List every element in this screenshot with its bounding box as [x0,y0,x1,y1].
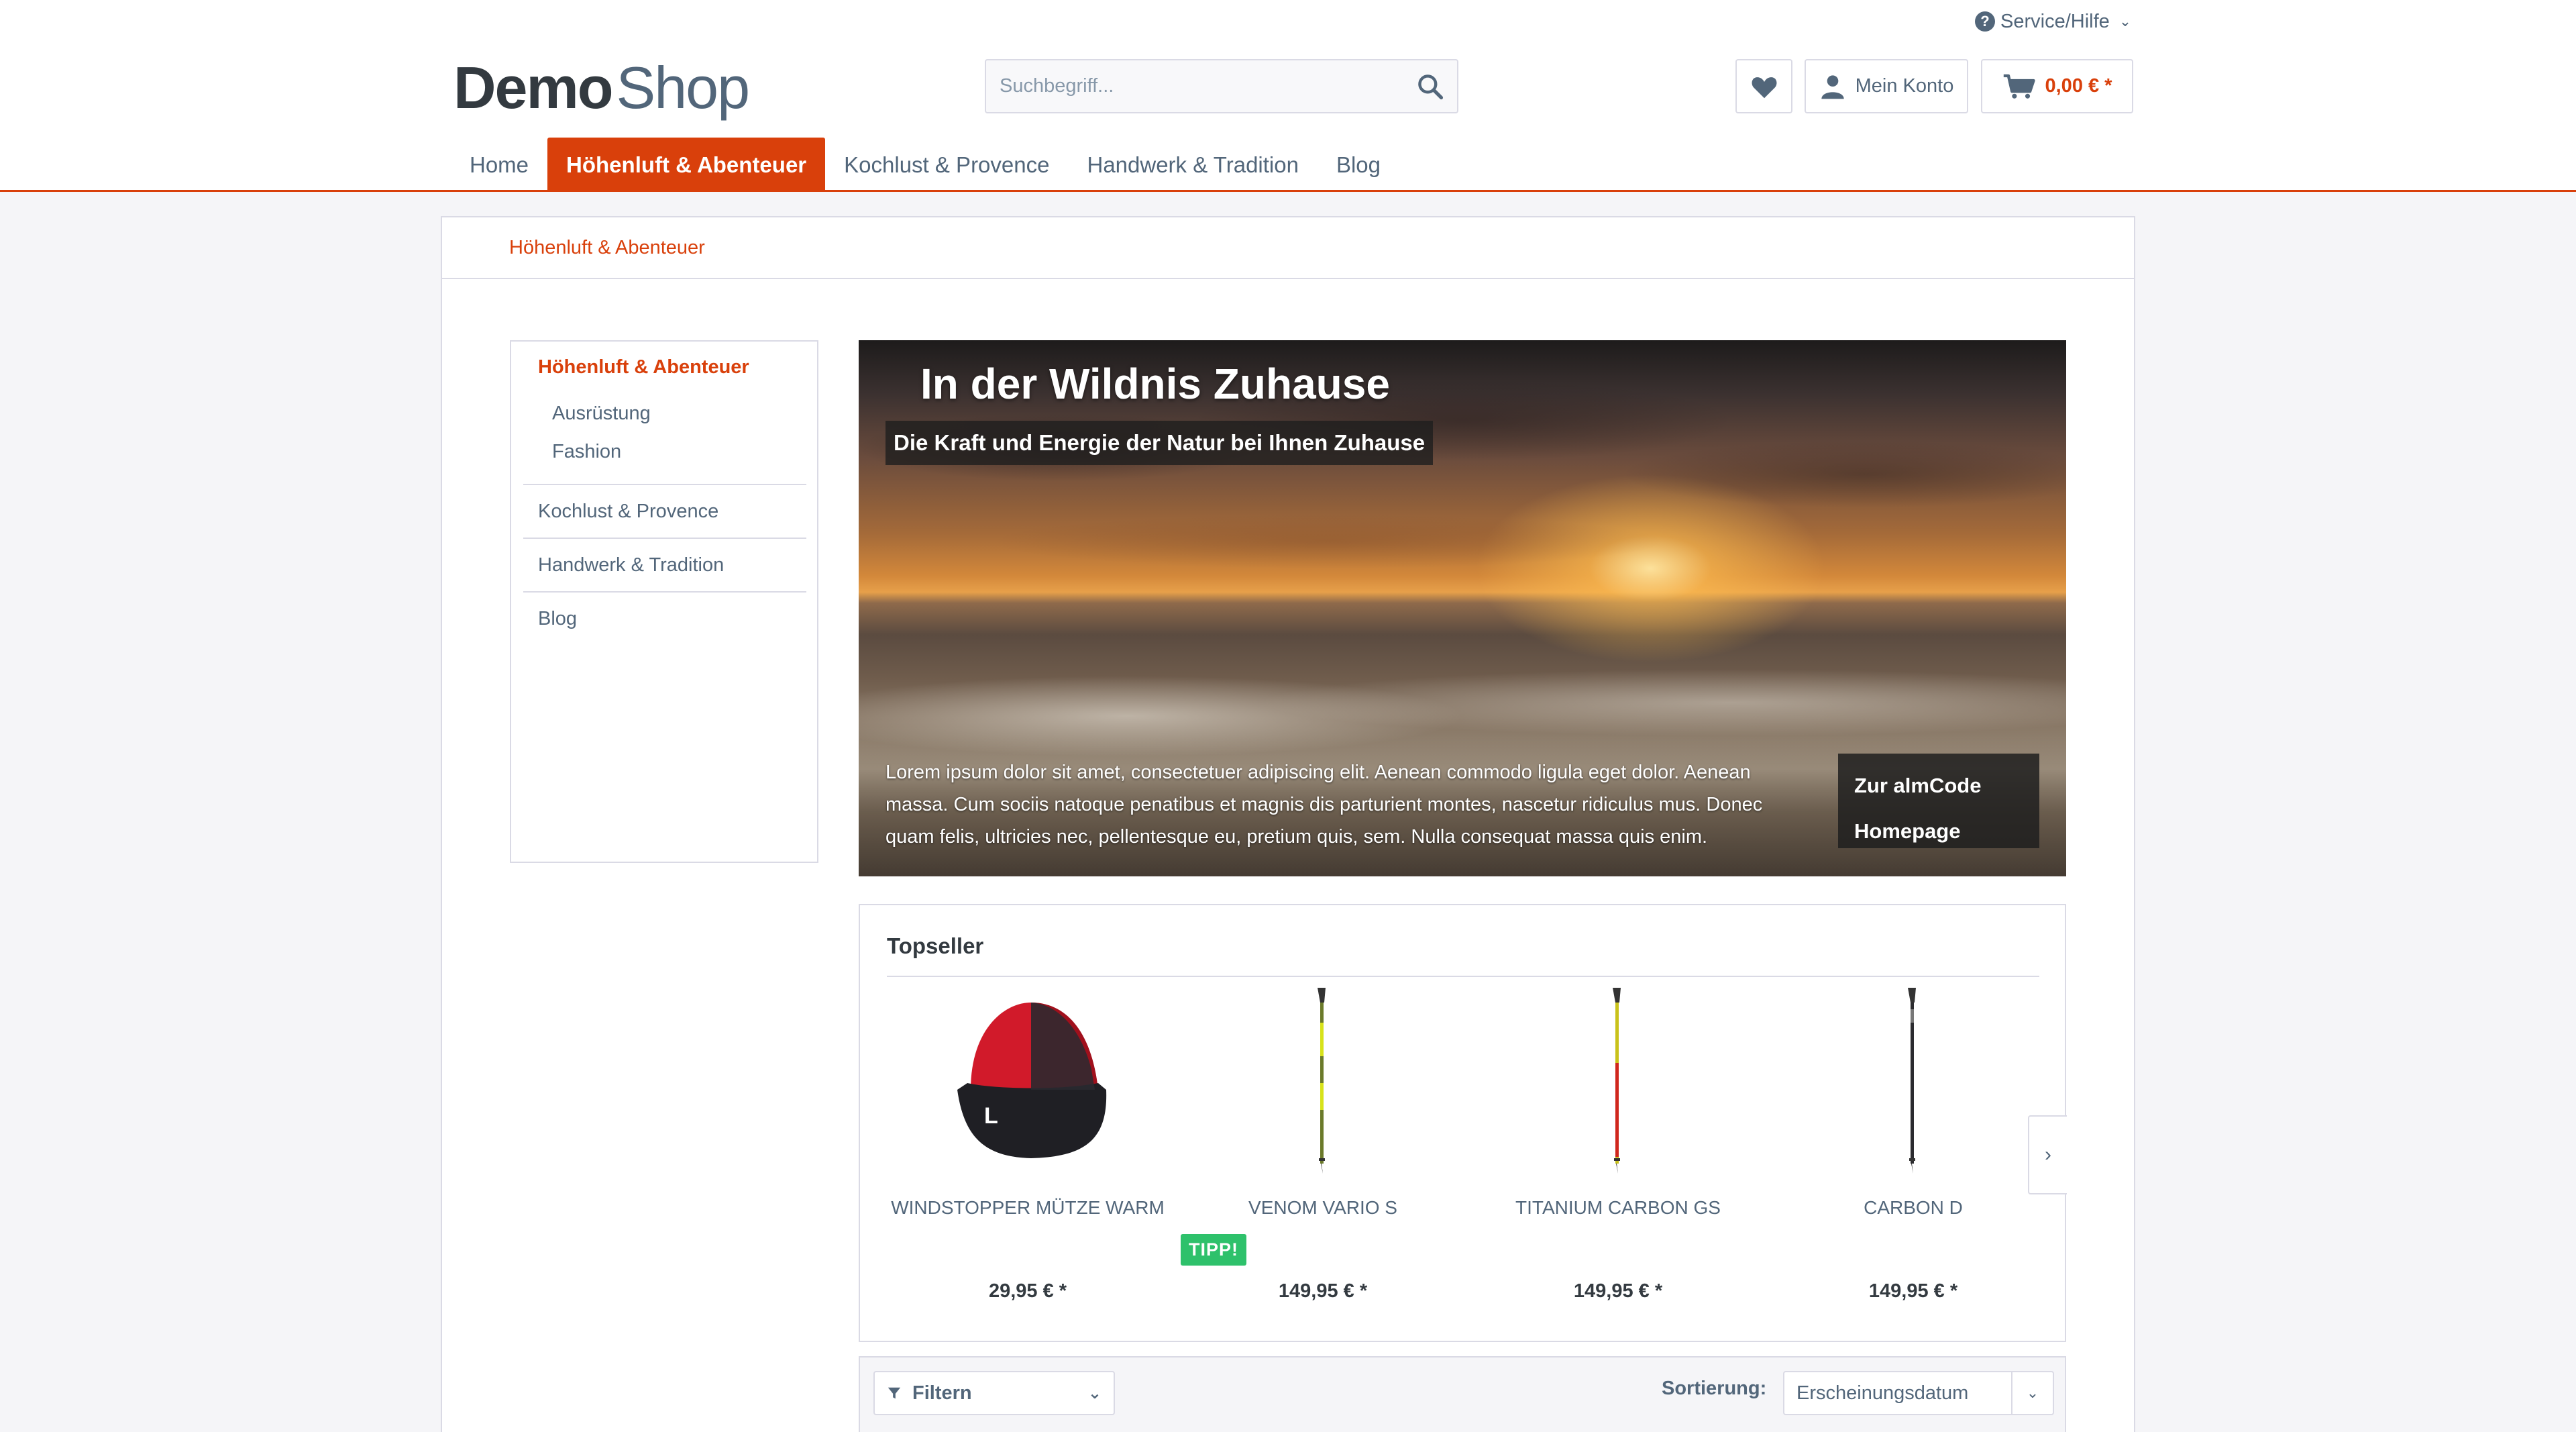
sort-label: Sortierung: [1662,1378,1767,1399]
content-panel: Höhenluft & Abenteuer Höhenluft & Abente… [441,216,2135,1432]
product-name[interactable]: TITANIUM CARBON GS [1477,1197,1759,1219]
product-price: 149,95 € * [1278,1280,1368,1302]
sidebar-divider [523,484,806,485]
sidebar-item-hoehenluft[interactable]: Höhenluft & Abenteuer [538,356,749,378]
search-icon [1418,74,1444,99]
slider-next-button[interactable]: › [2028,1115,2067,1194]
product-price: 149,95 € * [1868,1280,1958,1302]
beanie-image: L [957,1003,1107,1158]
nav-item-handwerk[interactable]: Handwerk & Tradition [1068,138,1317,192]
product-price: 29,95 € * [988,1280,1067,1302]
sort-select[interactable]: Erscheinungsdatum ⌄ [1783,1371,2054,1415]
account-label: Mein Konto [1855,75,1954,97]
topseller-title: Topseller [887,933,984,958]
product-image[interactable]: L [887,982,1169,1177]
product-name[interactable]: WINDSTOPPER MÜTZE WARM [887,1197,1169,1219]
sidebar-divider [523,591,806,593]
filter-label: Filtern [912,1382,972,1404]
search-bar [985,59,1458,113]
ski-pole-image [1318,988,1326,1174]
logo-demo: Demo [453,54,613,121]
service-help-menu[interactable]: ? Service/Hilfe ⌄ [1975,9,2131,34]
breadcrumb: Höhenluft & Abenteuer [442,217,2134,279]
logo-shop: Shop [616,54,751,121]
question-icon: ? [1975,11,1995,32]
user-icon [1821,74,1844,99]
topseller-slider: Topseller L WINDSTOPPER MÜTZE WARM 29,95… [859,904,2067,1342]
svg-text:L: L [984,1103,998,1129]
sidebar-subitem-ausruestung[interactable]: Ausrüstung [552,403,651,425]
sort-value: Erscheinungsdatum [1796,1382,1969,1404]
chevron-down-icon: ⌄ [1087,1384,1102,1402]
nav-item-blog[interactable]: Blog [1318,138,1399,192]
hero-banner: In der Wildnis Zuhause Die Kraft und Ene… [859,340,2066,876]
heart-icon [1752,76,1776,98]
product-card[interactable]: CARBON D 149,95 € * [1772,982,2054,1318]
search-button[interactable] [1403,60,1457,112]
product-name[interactable]: VENOM VARIO S [1182,1197,1464,1219]
nav-item-home[interactable]: Home [451,138,547,192]
sidebar-item-handwerk[interactable]: Handwerk & Tradition [538,554,724,576]
cart-price: 0,00 € * [2045,75,2112,97]
cart-icon [2003,74,2035,99]
product-image[interactable] [1477,982,1759,1177]
filter-icon [888,1387,901,1399]
hero-text: Lorem ipsum dolor sit amet, consectetuer… [885,762,1763,848]
sidebar-divider [523,538,806,539]
topseller-divider [887,976,2039,977]
hero-title: In der Wildnis Zuhause [920,360,1390,408]
hero-subtitle: Die Kraft und Energie der Natur bei Ihne… [885,421,1434,465]
nav-item-hoehenluft[interactable]: Höhenluft & Abenteuer [547,138,826,192]
chevron-down-icon: ⌄ [2118,13,2132,30]
product-image[interactable] [1772,982,2054,1177]
product-image[interactable] [1182,982,1464,1177]
logo[interactable]: Demo Shop [453,54,751,121]
tipp-badge: TIPP! [1181,1234,1247,1266]
breadcrumb-link[interactable]: Höhenluft & Abenteuer [509,237,705,259]
hero-surf [859,662,2066,756]
product-card[interactable]: VENOM VARIO S 149,95 € * [1182,982,1464,1318]
product-name[interactable]: CARBON D [1772,1197,2054,1219]
category-sidebar: Höhenluft & Abenteuer Ausrüstung Fashion… [510,340,818,863]
ski-pole-image [1908,988,1916,1174]
cart-button[interactable]: 0,00 € * [1981,59,2133,113]
main-navigation: Home Höhenluft & Abenteuer Kochlust & Pr… [451,138,1399,192]
hero-cta-line2: Homepage [1854,819,1961,843]
ski-pole-image [1613,988,1621,1174]
hero-cta-line1: Zur almCode [1854,774,1982,797]
search-input[interactable] [986,60,1403,112]
product-card[interactable]: L WINDSTOPPER MÜTZE WARM 29,95 € * [887,982,1169,1318]
filter-bar: Filtern ⌄ Sortierung: Erscheinungsdatum … [859,1356,2066,1432]
nav-item-kochlust[interactable]: Kochlust & Provence [825,138,1068,192]
chevron-down-icon: ⌄ [2011,1372,2053,1414]
service-help-label: Service/Hilfe [2000,10,2110,32]
chevron-right-icon: › [2045,1143,2051,1166]
account-button[interactable]: Mein Konto [1805,59,1968,113]
filter-button[interactable]: Filtern ⌄ [873,1371,1115,1415]
sidebar-subitem-fashion[interactable]: Fashion [552,441,621,463]
sidebar-item-kochlust[interactable]: Kochlust & Provence [538,501,718,523]
product-card[interactable]: TITANIUM CARBON GS 149,95 € * [1477,982,1759,1318]
header: ? Service/Hilfe ⌄ Demo Shop Mein Konto [0,0,2576,192]
product-price: 149,95 € * [1573,1280,1663,1302]
sidebar-item-blog[interactable]: Blog [538,608,577,630]
wishlist-button[interactable] [1735,59,1792,113]
hero-cta-button[interactable]: Zur almCode Homepage [1838,754,2039,848]
